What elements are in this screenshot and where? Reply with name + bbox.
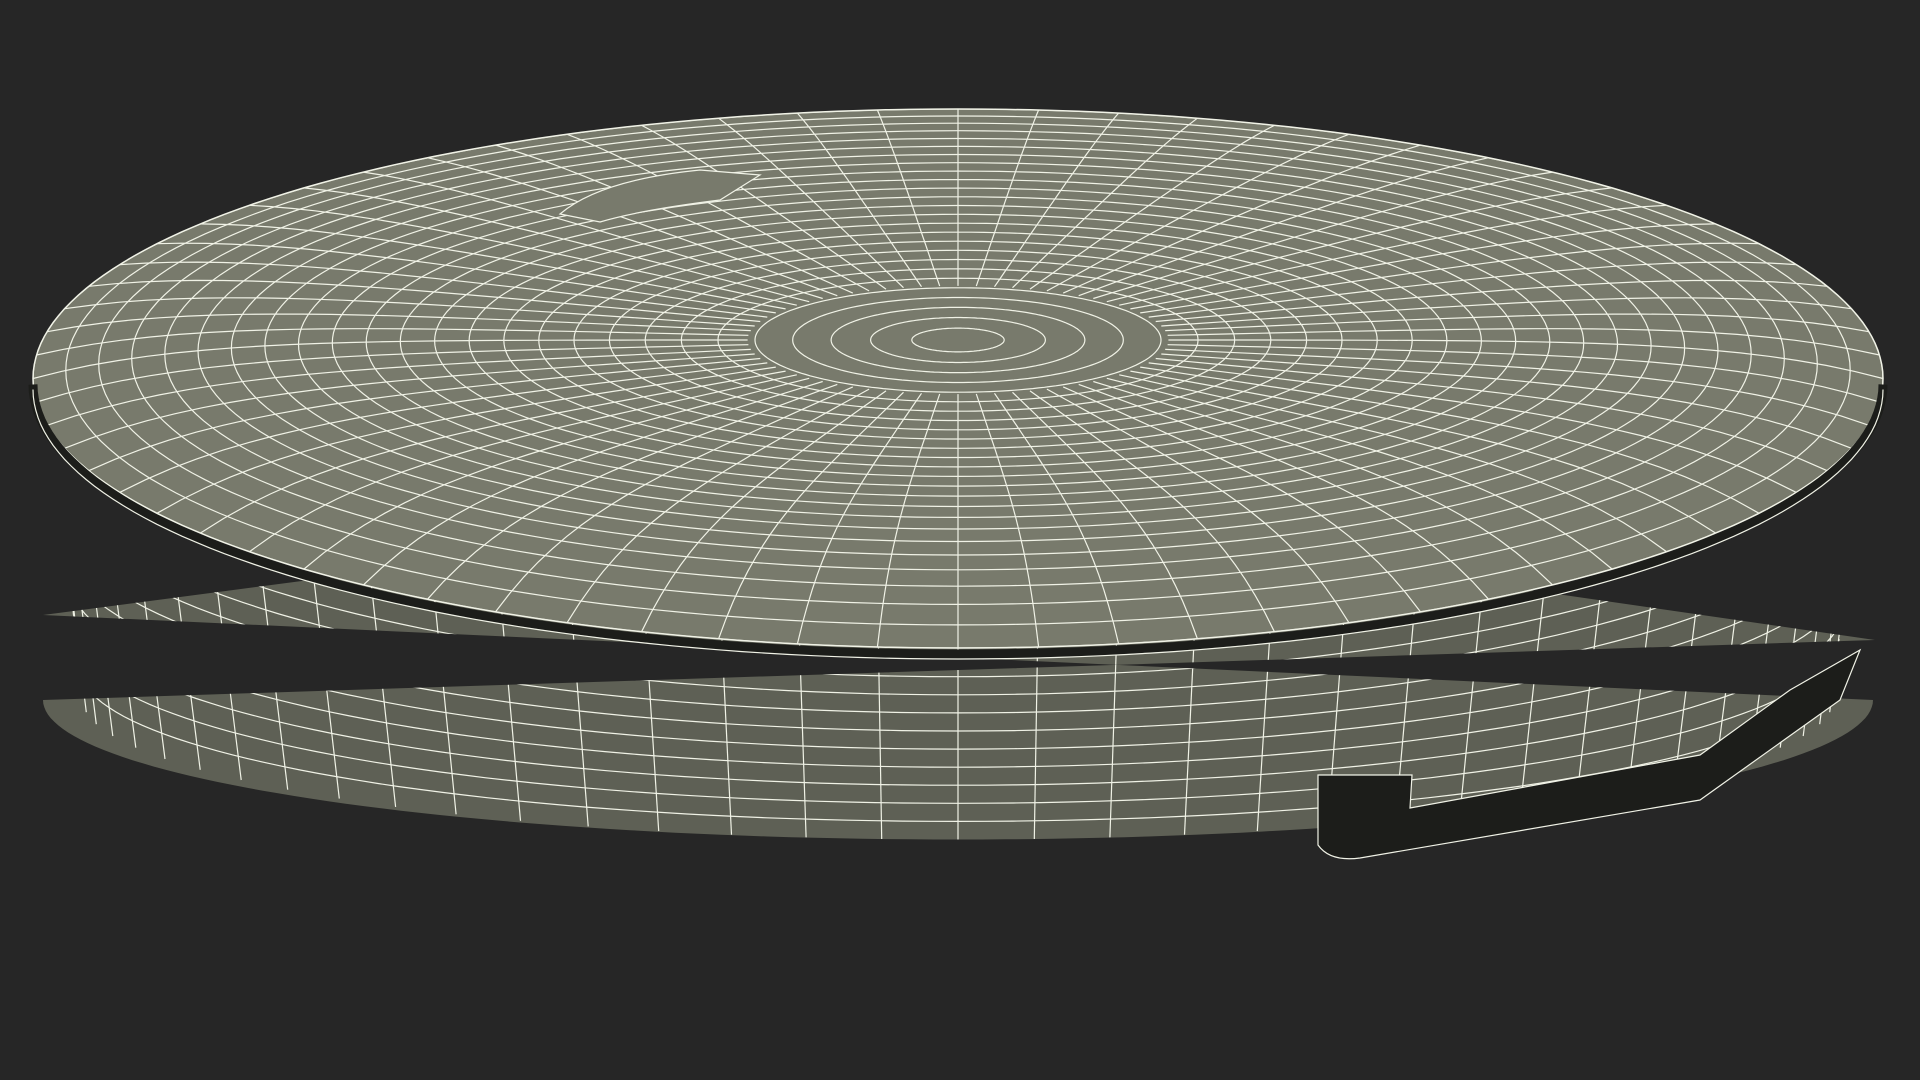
- render-viewport: [0, 0, 1920, 1080]
- wireframe-scene: [0, 0, 1920, 1080]
- upper-shell: [28, 108, 1888, 660]
